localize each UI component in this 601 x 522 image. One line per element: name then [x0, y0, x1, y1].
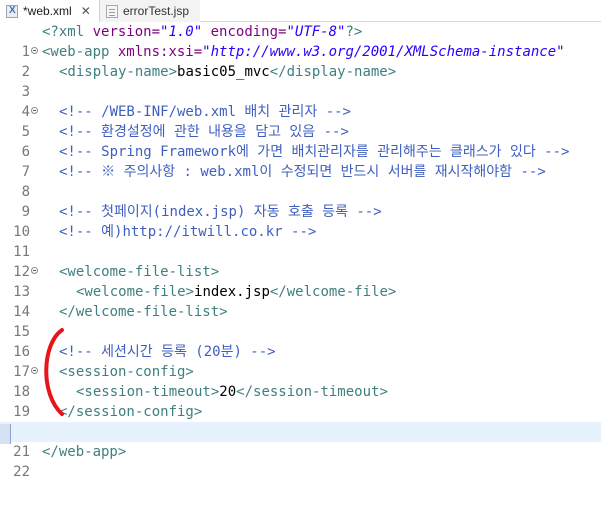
line-content: <welcome-file-list>: [59, 264, 220, 280]
code-line: 14 <welcome-file>index.jsp</welcome-file…: [0, 282, 601, 320]
line-comment: <!-- 환경설정에 관한 내용을 담고 있음 -->: [59, 124, 349, 140]
code-line: 12: [0, 242, 601, 280]
line-comment: <!-- ※ 주의사항 : web.xml이 수정되면 반드시 서버를 재시작해…: [59, 164, 546, 180]
tab-error-test-jsp[interactable]: errorTest.jsp: [100, 0, 200, 22]
code-line: 2 <web-app xmlns:xsi="http://www.w3.org/…: [0, 42, 601, 80]
code-line: 19 <session-timeout>20</session-timeout>: [0, 382, 601, 420]
fold-collapse-icon[interactable]: [31, 267, 38, 274]
line-comment: <!-- 예)http://itwill.co.kr -->: [59, 224, 317, 240]
line-content: <session-timeout>20</session-timeout>: [76, 384, 388, 400]
current-line: 21: [0, 422, 601, 460]
code-line: 9: [0, 182, 601, 220]
code-line: 11 <!-- 예)http://itwill.co.kr -->: [0, 222, 601, 260]
line-content: <?xml version="1.0" encoding="UTF-8"?>: [42, 24, 363, 40]
line-content: </session-config>: [59, 404, 203, 420]
code-line: 16: [0, 322, 601, 360]
line-content: <display-name>basic05_mvc</display-name>: [59, 64, 397, 80]
tab-error-test-label: errorTest.jsp: [123, 4, 190, 18]
code-line: 6 <!-- 환경설정에 관한 내용을 담고 있음 -->: [0, 122, 601, 160]
fold-collapse-icon[interactable]: [31, 107, 38, 114]
fold-collapse-icon[interactable]: [31, 47, 38, 54]
code-line: 20 </session-config>: [0, 402, 601, 440]
line-comment: <!-- /WEB-INF/web.xml 배치 관리자 -->: [59, 104, 351, 120]
code-line: 5 <!-- /WEB-INF/web.xml 배치 관리자 -->: [0, 102, 601, 140]
tab-web-xml[interactable]: *web.xml ✕: [0, 0, 100, 22]
overview-ruler-marker: [0, 424, 11, 444]
line-content: <welcome-file>index.jsp</welcome-file>: [76, 284, 397, 300]
line-content: <web-app xmlns:xsi="http://www.w3.org/20…: [42, 44, 565, 60]
code-line: 22 </web-app>: [0, 442, 601, 480]
code-line: 3 <display-name>basic05_mvc</display-nam…: [0, 62, 601, 100]
code-line: 13 <welcome-file-list>: [0, 262, 601, 300]
jsp-file-icon: [106, 4, 118, 18]
code-line: 18 <session-config>: [0, 362, 601, 400]
line-number: 22: [13, 464, 30, 480]
line-content: </web-app>: [42, 444, 127, 460]
xml-source-editor[interactable]: 1 <?xml version="1.0" encoding="UTF-8"?>…: [0, 22, 601, 480]
editor-tab-bar: *web.xml ✕ errorTest.jsp: [0, 0, 601, 22]
code-line: 7 <!-- Spring Framework에 가면 배치관리자를 관리해주는…: [0, 142, 601, 180]
code-line: 8 <!-- ※ 주의사항 : web.xml이 수정되면 반드시 서버를 재시…: [0, 162, 601, 200]
close-icon[interactable]: ✕: [81, 4, 91, 18]
code-line: 17 <!-- 세션시간 등록 (20분) -->: [0, 342, 601, 380]
line-comment: <!-- 세션시간 등록 (20분) -->: [59, 344, 276, 360]
code-line: 1 <?xml version="1.0" encoding="UTF-8"?>: [0, 22, 601, 60]
code-line: 4: [0, 82, 601, 120]
line-content: </welcome-file-list>: [59, 304, 228, 320]
code-line: 10 <!-- 첫페이지(index.jsp) 자동 호출 등록 -->: [0, 202, 601, 240]
line-comment: <!-- Spring Framework에 가면 배치관리자를 관리해주는 클…: [59, 144, 570, 160]
tab-web-xml-label: *web.xml: [23, 4, 72, 18]
xml-file-icon: [6, 4, 18, 18]
code-line: 15 </welcome-file-list>: [0, 302, 601, 340]
line-comment: <!-- 첫페이지(index.jsp) 자동 호출 등록 -->: [59, 204, 382, 220]
fold-collapse-icon[interactable]: [31, 367, 38, 374]
line-content: <session-config>: [59, 364, 194, 380]
